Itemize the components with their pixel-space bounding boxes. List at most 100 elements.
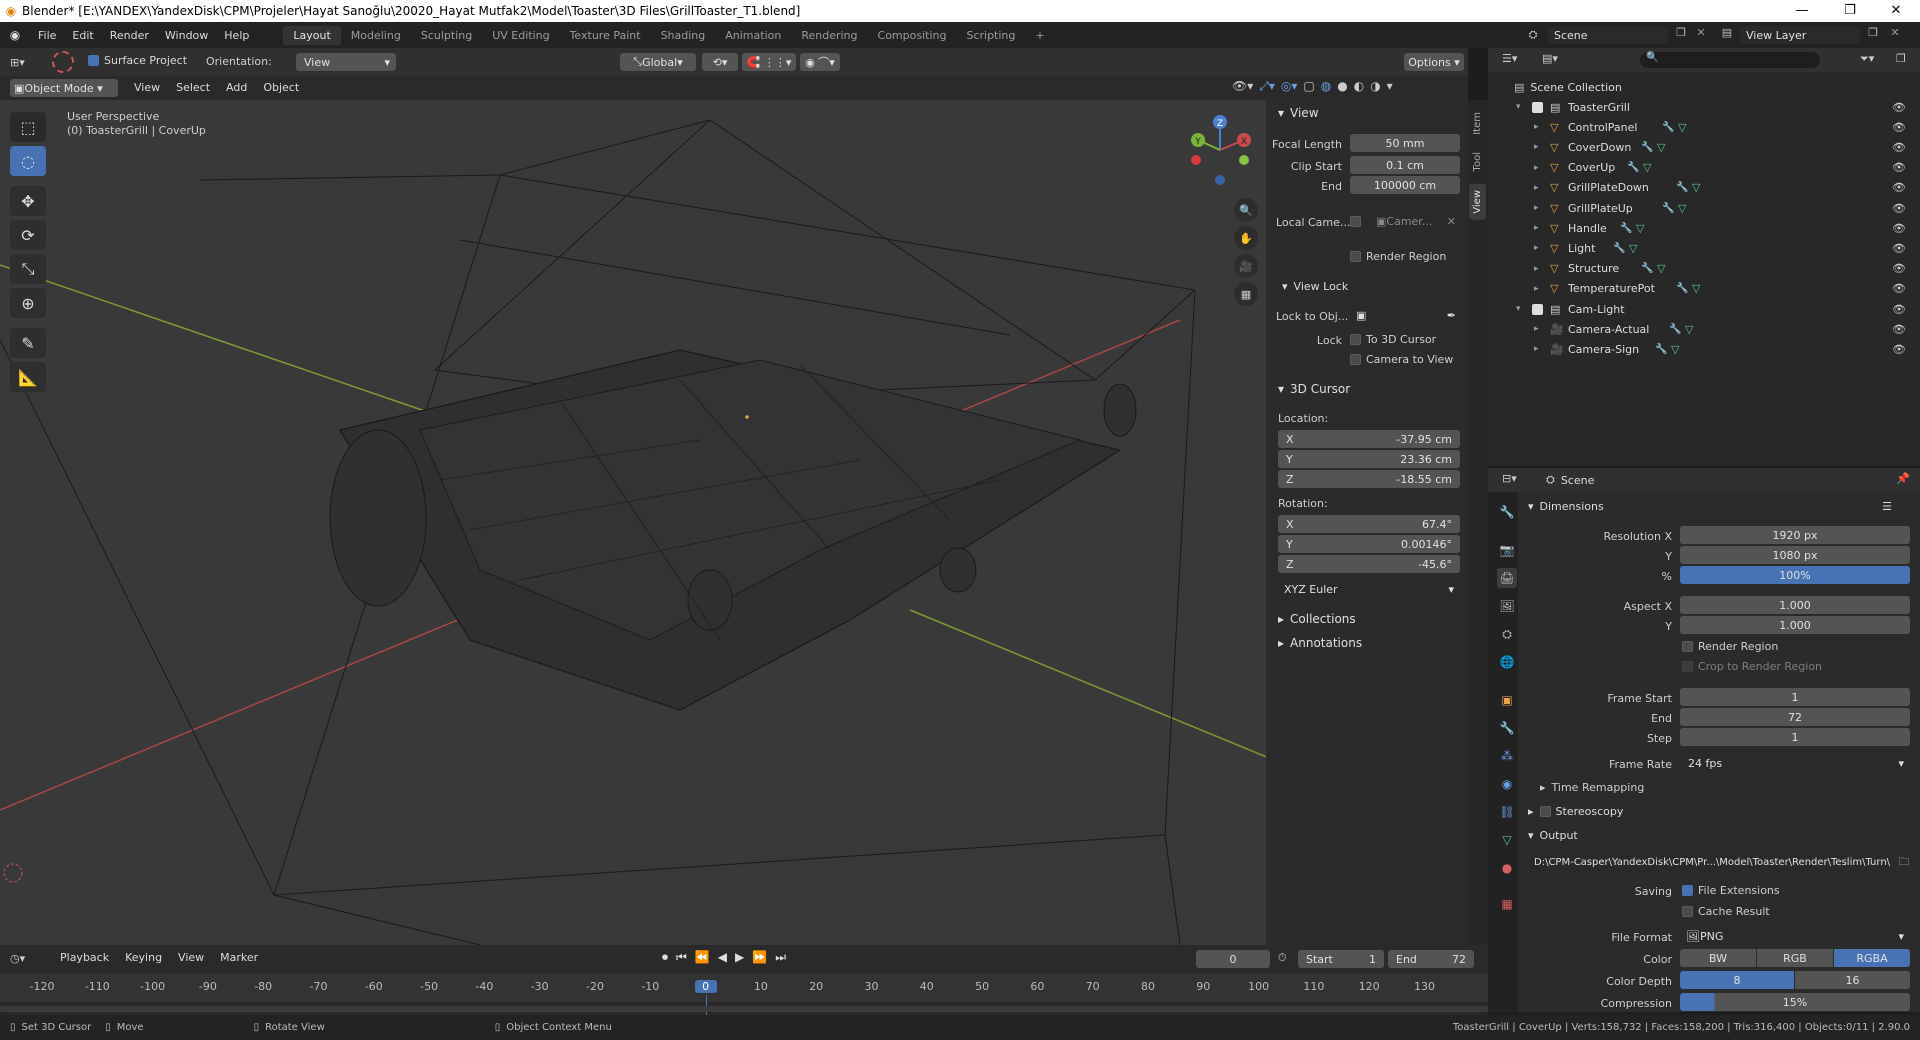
- transform-tool[interactable]: ⊕: [10, 288, 46, 318]
- tab-item[interactable]: Item: [1470, 108, 1485, 139]
- rotation-mode-dropdown[interactable]: XYZ Euler ▾: [1278, 580, 1460, 598]
- properties-editor-icon[interactable]: ⊟▾: [1502, 472, 1517, 485]
- visibility-eye-icon[interactable]: 👁: [1892, 121, 1906, 134]
- outliner-search-input[interactable]: 🔍: [1640, 52, 1820, 68]
- chevron-right-icon[interactable]: ▸: [1534, 122, 1539, 132]
- outliner-row[interactable]: ▸ ▽ Handle 🔧 ▽ 👁: [1490, 218, 1920, 238]
- timeline-menu-keying[interactable]: Keying: [117, 951, 170, 964]
- record-icon[interactable]: ⏺: [662, 950, 668, 965]
- timeline-menu-view[interactable]: View: [170, 951, 212, 964]
- camera-view-icon[interactable]: 🎥: [1234, 254, 1258, 278]
- resolution-x-field[interactable]: 1920 px: [1680, 526, 1910, 544]
- file-extensions-checkbox[interactable]: File Extensions: [1682, 884, 1780, 897]
- play-icon[interactable]: ▶: [735, 950, 744, 965]
- outliner-row[interactable]: ▸ ▽ GrillPlateDown 🔧 ▽ 👁: [1490, 178, 1920, 198]
- jump-keyframe-forward-icon[interactable]: ⏩: [752, 950, 767, 965]
- chevron-right-icon[interactable]: ▸: [1534, 183, 1539, 193]
- scale-tool[interactable]: ⤡: [10, 254, 46, 284]
- chevron-right-icon[interactable]: ▸: [1534, 142, 1539, 152]
- menu-help[interactable]: Help: [216, 29, 257, 42]
- rotate-tool[interactable]: ⟳: [10, 220, 46, 250]
- outliner-row[interactable]: ▸ ▽ TemperaturePot 🔧 ▽ 👁: [1490, 279, 1920, 299]
- output-panel-header[interactable]: ▾ Output: [1522, 826, 1916, 844]
- cursor-location-x-field[interactable]: X -37.95 cm: [1278, 430, 1460, 448]
- select-box-tool[interactable]: ⬚: [10, 112, 46, 142]
- resolution-percent-slider[interactable]: 100%: [1680, 566, 1910, 584]
- outliner-row[interactable]: ▸ ▽ Structure 🔧 ▽ 👁: [1490, 259, 1920, 279]
- blender-menu-icon[interactable]: ◉: [0, 28, 30, 42]
- playhead-frame-indicator[interactable]: 0: [694, 980, 717, 993]
- outliner-row[interactable]: ▸ 🎥 Camera-Actual 🔧 ▽ 👁: [1490, 319, 1920, 339]
- scene-selector[interactable]: Scene: [1548, 26, 1668, 44]
- collection-exclude-checkbox[interactable]: [1532, 101, 1543, 113]
- tab-sculpting[interactable]: Sculpting: [411, 26, 482, 45]
- render-properties-icon[interactable]: 📷: [1497, 540, 1517, 560]
- current-frame-field[interactable]: 0: [1196, 950, 1270, 968]
- tab-compositing[interactable]: Compositing: [868, 26, 957, 45]
- cache-result-checkbox[interactable]: Cache Result: [1682, 905, 1770, 918]
- collections-section-header[interactable]: ▸ Collections: [1270, 608, 1466, 630]
- aspect-y-field[interactable]: 1.000: [1680, 616, 1910, 634]
- rendered-shading-icon[interactable]: ◑: [1370, 79, 1380, 94]
- dimensions-panel-header[interactable]: ▾ Dimensions ☰: [1522, 496, 1916, 516]
- tab-view[interactable]: View: [1469, 184, 1486, 220]
- object-properties-icon[interactable]: ▣: [1497, 690, 1517, 710]
- chevron-down-icon[interactable]: ▾: [1516, 102, 1521, 112]
- surface-project-checkbox[interactable]: Surface Project: [88, 54, 187, 67]
- depth-16-button[interactable]: 16: [1795, 971, 1910, 989]
- close-icon[interactable]: ✕: [1874, 0, 1918, 22]
- timeline-menu-playback[interactable]: Playback: [52, 951, 117, 964]
- menu-render[interactable]: Render: [102, 29, 157, 42]
- focal-length-field[interactable]: 50 mm: [1350, 134, 1460, 152]
- scene-properties-icon[interactable]: ⛭: [1497, 624, 1517, 644]
- tab-animation[interactable]: Animation: [715, 26, 791, 45]
- tab-scripting[interactable]: Scripting: [956, 26, 1025, 45]
- cursor-tool[interactable]: ◌: [10, 146, 46, 176]
- file-format-dropdown[interactable]: 🖼 PNG ▾: [1680, 927, 1910, 945]
- delete-view-layer-icon[interactable]: ✕: [1886, 26, 1904, 44]
- viewport-menu-add[interactable]: Add: [218, 81, 255, 94]
- output-path-input[interactable]: D:\CPM-Casper\YandexDisk\CPM\Pr...\Model…: [1530, 853, 1890, 871]
- folder-icon[interactable]: 🗀: [1894, 853, 1914, 871]
- view-layer-properties-icon[interactable]: 🖼: [1497, 596, 1517, 616]
- lock-to-object-field[interactable]: ▣ ✒: [1350, 306, 1460, 324]
- jump-start-icon[interactable]: ⏮: [676, 950, 687, 965]
- outliner-row[interactable]: ▸ ▽ Light 🔧 ▽ 👁: [1490, 238, 1920, 258]
- stereoscopy-panel-header[interactable]: ▸ Stereoscopy: [1522, 802, 1916, 820]
- crop-render-region-checkbox[interactable]: Crop to Render Region: [1682, 660, 1822, 673]
- proportional-edit-toggle[interactable]: ◉ ⌒▾: [800, 53, 840, 71]
- ortho-grid-icon[interactable]: ▦: [1234, 282, 1258, 306]
- scene-icon[interactable]: ⛭: [1523, 25, 1543, 45]
- clip-end-field[interactable]: 100000 cm: [1350, 176, 1460, 194]
- collection-exclude-checkbox[interactable]: [1532, 303, 1543, 315]
- compression-slider[interactable]: 15%: [1680, 993, 1910, 1011]
- snap-toggle[interactable]: 🧲 ⋮⋮▾: [742, 53, 796, 71]
- move-tool[interactable]: ✥: [10, 186, 46, 216]
- visibility-eye-icon[interactable]: 👁: [1892, 101, 1906, 114]
- pan-hand-icon[interactable]: ✋: [1234, 226, 1258, 250]
- material-properties-icon[interactable]: ●: [1497, 858, 1517, 878]
- clear-icon[interactable]: ✕: [1447, 215, 1456, 228]
- clip-start-field[interactable]: 0.1 cm: [1350, 156, 1460, 174]
- chevron-right-icon[interactable]: ▸: [1534, 344, 1539, 354]
- new-view-layer-icon[interactable]: ❐: [1864, 26, 1882, 44]
- jump-keyframe-back-icon[interactable]: ⏪: [695, 950, 710, 965]
- outliner-row[interactable]: ▸ ▽ CoverUp 🔧 ▽ 👁: [1490, 158, 1920, 178]
- output-properties-icon[interactable]: 🖨: [1497, 568, 1517, 588]
- tab-modeling[interactable]: Modeling: [341, 26, 411, 45]
- visibility-eye-icon[interactable]: 👁: [1892, 262, 1906, 275]
- add-workspace-button[interactable]: +: [1025, 26, 1054, 45]
- lock-to-3d-cursor-checkbox[interactable]: To 3D Cursor: [1350, 333, 1436, 346]
- cursor-location-y-field[interactable]: Y 23.36 cm: [1278, 450, 1460, 468]
- options-dropdown[interactable]: Options ▾: [1404, 53, 1464, 71]
- view-layer-selector[interactable]: View Layer: [1740, 26, 1860, 44]
- constraints-properties-icon[interactable]: ⛓: [1497, 802, 1517, 822]
- transform-orientation-dropdown[interactable]: ⤡ Global ▾: [620, 53, 696, 71]
- visibility-eye-icon[interactable]: 👁: [1892, 343, 1906, 356]
- new-scene-icon[interactable]: ❐: [1672, 26, 1690, 44]
- time-remapping-subpanel[interactable]: ▸ Time Remapping: [1540, 781, 1644, 794]
- visibility-eye-icon[interactable]: 👁: [1892, 141, 1906, 154]
- viewport-menu-view[interactable]: View: [126, 81, 168, 94]
- display-mode-icon[interactable]: ▤▾: [1542, 52, 1558, 65]
- visibility-eye-icon[interactable]: 👁: [1892, 323, 1906, 336]
